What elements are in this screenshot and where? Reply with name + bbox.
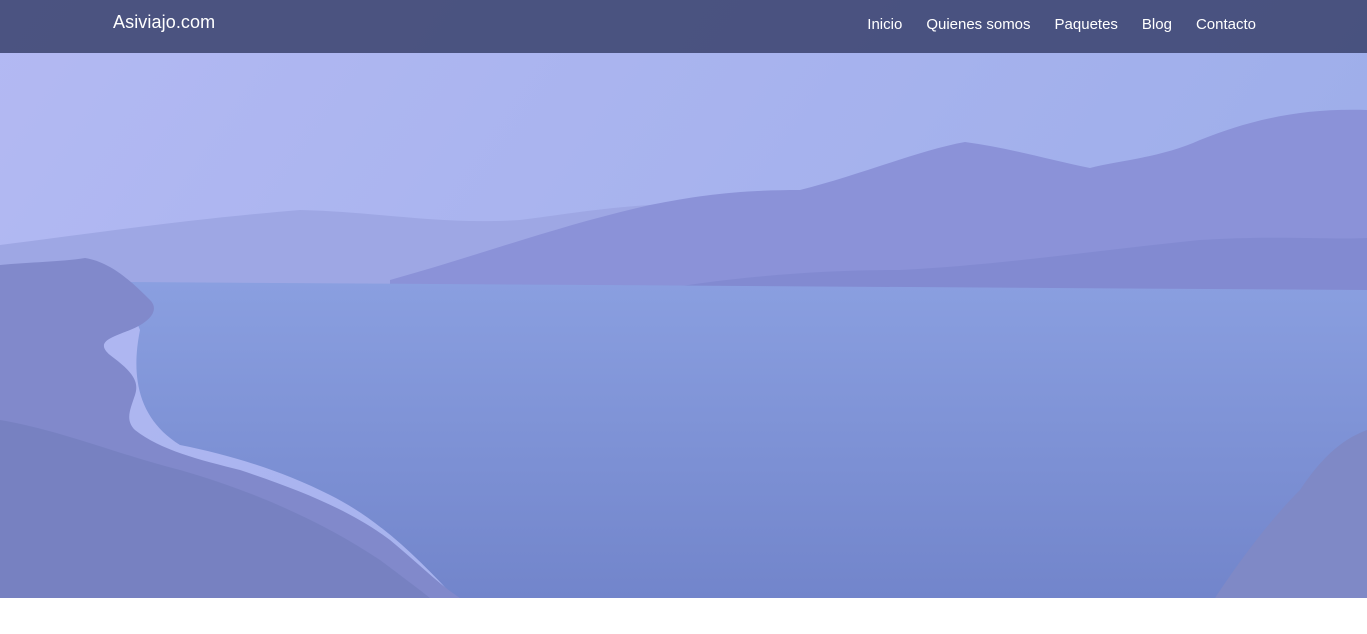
nav-item-blog: Blog [1142,16,1172,34]
nav-item-paquetes: Paquetes [1055,16,1118,34]
nav-item-contacto: Contacto [1196,16,1256,34]
nav-link-blog[interactable]: Blog [1142,16,1172,33]
main-nav: Inicio Quienes somos Paquetes Blog Conta… [867,16,1256,34]
top-navbar: Asiviajo.com Inicio Quienes somos Paquet… [0,0,1367,53]
hero-banner [0,0,1367,598]
nav-link-quienes-somos[interactable]: Quienes somos [926,16,1030,33]
nav-link-paquetes[interactable]: Paquetes [1055,16,1118,33]
nav-item-inicio: Inicio [867,16,902,34]
content-area [0,598,1367,634]
nav-link-contacto[interactable]: Contacto [1196,16,1256,33]
brand-logo-link[interactable]: Asiviajo.com [113,12,215,33]
nav-item-quienes-somos: Quienes somos [926,16,1030,34]
nav-link-inicio[interactable]: Inicio [867,16,902,33]
hero-landscape-image [0,0,1367,598]
